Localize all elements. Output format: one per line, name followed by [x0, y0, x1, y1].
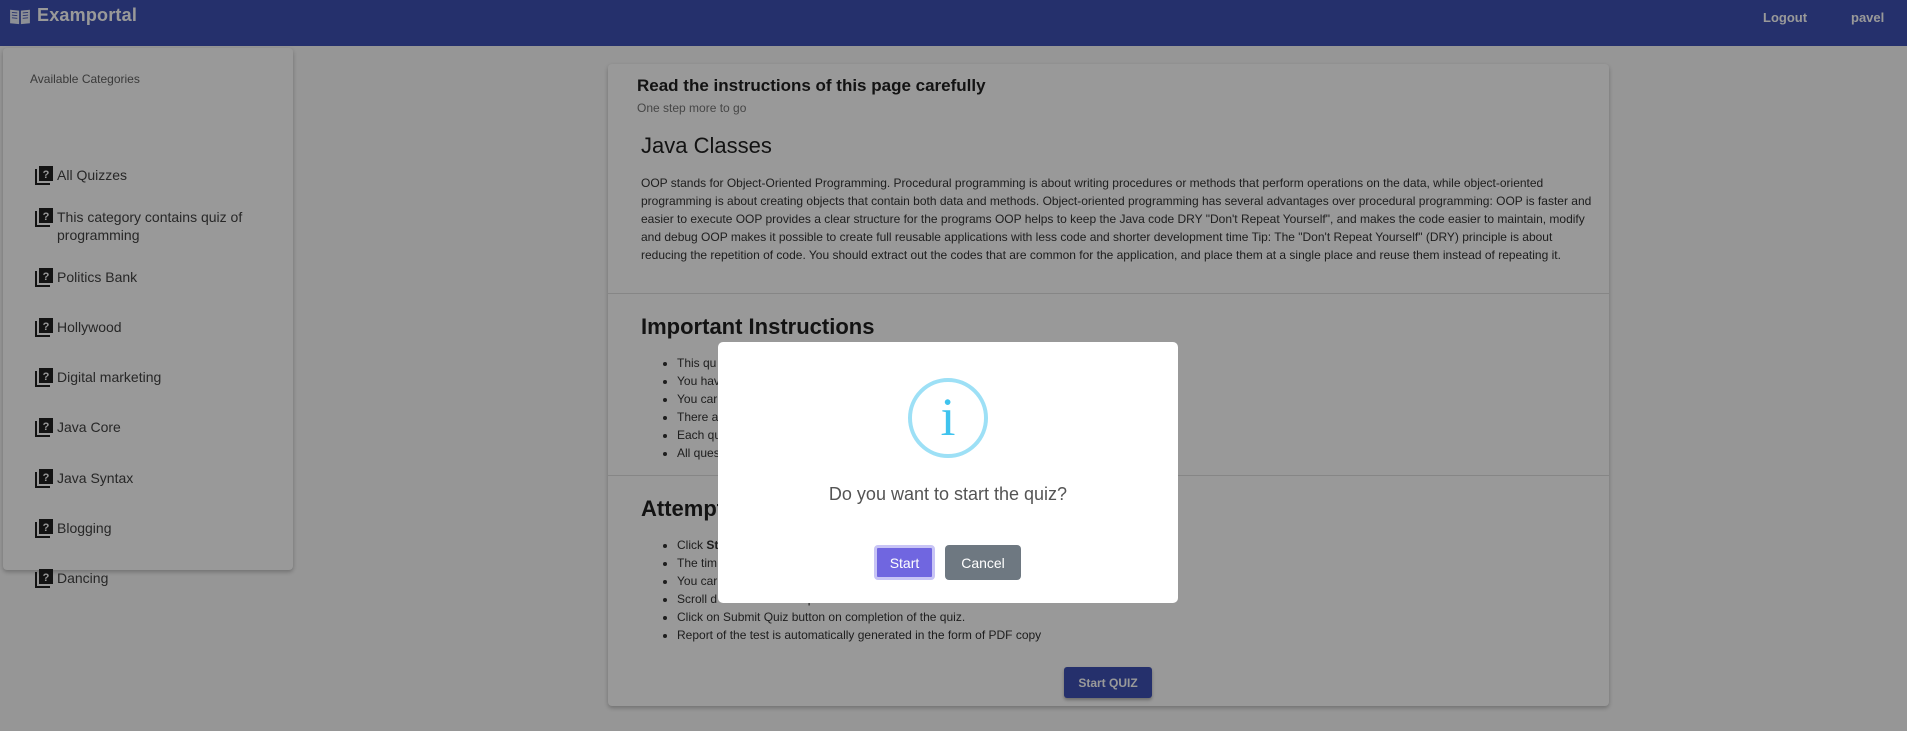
info-glyph: i — [940, 387, 956, 447]
confirm-dialog: i Do you want to start the quiz? Start C… — [718, 342, 1178, 603]
cancel-button[interactable]: Cancel — [945, 545, 1021, 580]
start-button[interactable]: Start — [874, 545, 935, 580]
dialog-message: Do you want to start the quiz? — [828, 484, 1068, 504]
info-icon: i — [908, 378, 988, 458]
